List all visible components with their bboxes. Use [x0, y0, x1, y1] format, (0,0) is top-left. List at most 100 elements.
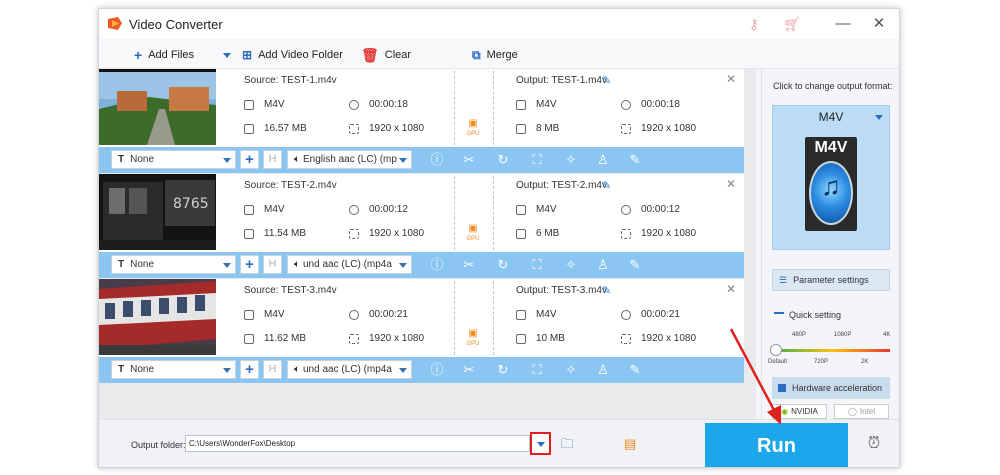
resolution-icon	[621, 228, 631, 239]
resolution-icon	[621, 123, 631, 134]
list-item[interactable]: 8765 Source: TEST-2.m4v M4V 00:00:12 11.…	[99, 174, 744, 278]
cart-icon[interactable]: 🛒︎	[783, 15, 801, 33]
crop-icon[interactable]: ⛶	[529, 257, 545, 273]
subtitle-select[interactable]: T None	[111, 255, 236, 274]
gpu-label: GPU	[466, 236, 480, 242]
key-icon[interactable]: ⚷	[745, 15, 763, 33]
add-files-label: Add Files	[148, 49, 195, 61]
chevron-down-icon	[399, 368, 407, 373]
music-note-icon: ♫	[821, 171, 841, 201]
trash-icon: 🗑︎	[361, 46, 379, 63]
info-icon[interactable]: ⓘ	[429, 362, 445, 378]
crop-icon[interactable]: ⛶	[529, 362, 545, 378]
audio-track-value: und aac (LC) (mp4a	[303, 364, 392, 375]
footer-bar: Output folder: C:\Users\WonderFox\Deskto…	[99, 419, 899, 467]
quality-slider-handle[interactable]	[770, 344, 782, 356]
add-subtitle-button[interactable]: +	[240, 360, 259, 379]
edit-subtitle-icon[interactable]: ✎	[627, 362, 643, 378]
gpu-label: GPU	[466, 131, 480, 137]
merge-button[interactable]: ⧉ Merge	[472, 46, 518, 64]
clear-button[interactable]: 🗑︎ Clear	[361, 46, 411, 64]
add-subtitle-button[interactable]: +	[240, 255, 259, 274]
hevc-icon[interactable]: H	[263, 360, 282, 379]
source-resolution: 1920 x 1080	[349, 123, 424, 134]
quality-slider-track[interactable]	[776, 349, 890, 352]
output-duration: 00:00:18	[621, 99, 680, 110]
intel-option[interactable]: ◯ Intel	[834, 404, 889, 419]
effects-wand-icon[interactable]: ✧	[563, 152, 579, 168]
file-icon	[516, 99, 526, 110]
source-resolution-value: 1920 x 1080	[369, 228, 425, 239]
scissors-icon[interactable]: ✂	[461, 257, 477, 273]
output-resolution-value: 1920 x 1080	[641, 228, 697, 239]
speaker-icon: 🔈︎	[294, 259, 300, 270]
hardware-acceleration-toggle[interactable]: Hardware acceleration	[772, 377, 890, 399]
folder-icon	[244, 228, 254, 239]
clock-icon	[621, 99, 631, 110]
edit-output-name-icon[interactable]: ✎	[602, 74, 611, 87]
output-format-value: M4V	[536, 309, 557, 320]
watermark-icon[interactable]: ♙	[595, 257, 611, 273]
text-icon: T	[118, 259, 125, 270]
audio-track-select[interactable]: 🔈︎ und aac (LC) (mp4a	[287, 255, 412, 274]
subtitle-select[interactable]: T None	[111, 360, 236, 379]
output-format-value: M4V	[536, 204, 557, 215]
edit-subtitle-icon[interactable]: ✎	[627, 152, 643, 168]
output-format: M4V	[516, 99, 557, 110]
scissors-icon[interactable]: ✂	[461, 152, 477, 168]
app-window: Video Converter ⚷ 🛒︎ — ✕ + Add Files ⊞ A…	[98, 8, 900, 468]
add-files-button[interactable]: + Add Files	[134, 46, 194, 64]
output-folder-dropdown[interactable]	[530, 432, 551, 455]
info-icon[interactable]: ⓘ	[429, 152, 445, 168]
edit-output-name-icon[interactable]: ✎	[602, 179, 611, 192]
source-filename: Source: TEST-3.m4v	[244, 285, 337, 296]
rotate-icon[interactable]: ↻	[495, 152, 511, 168]
scissors-icon[interactable]: ✂	[461, 362, 477, 378]
remove-item-button[interactable]: ✕	[726, 282, 736, 296]
audio-track-select[interactable]: 🔈︎ und aac (LC) (mp4a	[287, 360, 412, 379]
list-item[interactable]: Source: TEST-3.m4v M4V 00:00:21 11.62 MB…	[99, 279, 744, 383]
hevc-icon[interactable]: H	[263, 255, 282, 274]
audio-track-value: und aac (LC) (mp4a	[303, 259, 392, 270]
output-format-selector[interactable]: M4V M4V ♫	[772, 105, 890, 250]
effects-wand-icon[interactable]: ✧	[563, 362, 579, 378]
subtitle-select[interactable]: T None	[111, 150, 236, 169]
info-icon[interactable]: ⓘ	[429, 257, 445, 273]
run-button[interactable]: Run	[705, 423, 848, 467]
output-format: M4V	[516, 309, 557, 320]
output-filename: Output: TEST-2.m4v	[516, 180, 607, 191]
add-video-folder-button[interactable]: ⊞ Add Video Folder	[242, 46, 343, 64]
audio-track-select[interactable]: 🔈︎ English aac (LC) (mp	[287, 150, 412, 169]
file-icon	[244, 99, 254, 110]
close-window-button[interactable]: ✕	[870, 15, 888, 33]
output-size: 6 MB	[516, 228, 559, 239]
source-size-value: 11.62 MB	[264, 333, 307, 344]
alarm-clock-icon[interactable]: ⏰︎	[864, 434, 884, 454]
remove-item-button[interactable]: ✕	[726, 72, 736, 86]
rotate-icon[interactable]: ↻	[495, 362, 511, 378]
chevron-down-icon	[223, 52, 231, 58]
source-duration: 00:00:18	[349, 99, 408, 110]
source-format-value: M4V	[264, 309, 285, 320]
edit-subtitle-icon[interactable]: ✎	[627, 257, 643, 273]
browse-folder-icon[interactable]: 🗀	[559, 437, 575, 451]
add-files-dropdown[interactable]	[223, 46, 231, 64]
remove-item-button[interactable]: ✕	[726, 177, 736, 191]
add-subtitle-button[interactable]: +	[240, 150, 259, 169]
watermark-icon[interactable]: ♙	[595, 362, 611, 378]
crop-icon[interactable]: ⛶	[529, 152, 545, 168]
effects-wand-icon[interactable]: ✧	[563, 257, 579, 273]
edit-output-name-icon[interactable]: ✎	[602, 284, 611, 297]
output-folder-field[interactable]: C:\Users\WonderFox\Desktop	[185, 435, 530, 452]
nvidia-option[interactable]: ◉ NVIDIA	[772, 404, 827, 419]
hevc-icon[interactable]: H	[263, 150, 282, 169]
output-resolution: 1920 x 1080	[621, 333, 696, 344]
minimize-button[interactable]: —	[834, 15, 852, 33]
parameter-settings-button[interactable]: ☰ Parameter settings	[772, 269, 890, 291]
list-item[interactable]: Source: TEST-1.m4v M4V 00:00:18 16.57 MB…	[99, 69, 744, 173]
rotate-icon[interactable]: ↻	[495, 257, 511, 273]
chevron-down-icon	[875, 115, 883, 120]
open-output-folder-icon[interactable]: ▤	[622, 437, 638, 451]
watermark-icon[interactable]: ♙	[595, 152, 611, 168]
video-thumbnail	[99, 69, 216, 145]
